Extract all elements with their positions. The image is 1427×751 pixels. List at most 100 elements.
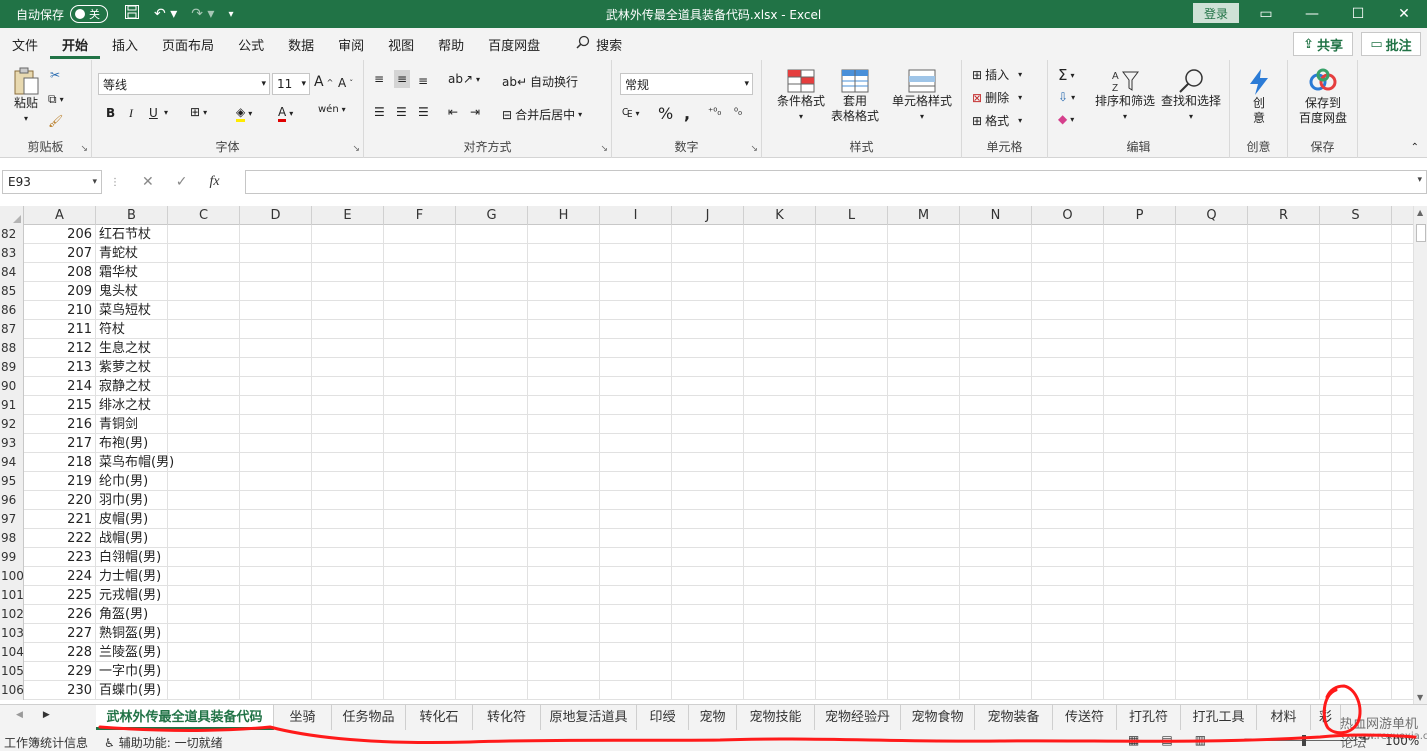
column-header-m[interactable]: M — [888, 206, 960, 225]
empty-cell[interactable] — [168, 681, 240, 700]
italic-button[interactable]: I — [129, 106, 133, 121]
empty-cell[interactable] — [744, 624, 816, 643]
find-select-button[interactable]: 查找和选择 ▾ — [1158, 68, 1224, 124]
empty-cell[interactable] — [744, 662, 816, 681]
empty-cell[interactable] — [528, 263, 600, 282]
sheet-tab[interactable]: 彩 — [1311, 705, 1341, 730]
empty-cell[interactable] — [960, 643, 1032, 662]
empty-cell[interactable] — [672, 396, 744, 415]
column-header-n[interactable]: N — [960, 206, 1032, 225]
empty-cell[interactable] — [600, 643, 672, 662]
empty-cell[interactable] — [816, 681, 888, 700]
tab-file[interactable]: 文件 — [0, 28, 50, 60]
empty-cell[interactable] — [1176, 586, 1248, 605]
cell-a[interactable]: 215 — [24, 396, 96, 415]
empty-cell[interactable] — [744, 529, 816, 548]
empty-cell[interactable] — [1176, 377, 1248, 396]
row-header[interactable]: 86 — [0, 301, 24, 320]
sheet-tab[interactable]: 传送符 — [1053, 705, 1117, 730]
empty-cell[interactable] — [456, 605, 528, 624]
tab-formulas[interactable]: 公式 — [226, 28, 276, 60]
empty-cell[interactable] — [888, 396, 960, 415]
column-header-b[interactable]: B — [96, 206, 168, 225]
row-header[interactable]: 82 — [0, 225, 24, 244]
cancel-icon[interactable]: ✕ — [142, 174, 154, 190]
orientation-button[interactable]: ab↗ ▾ — [448, 72, 480, 86]
empty-cell[interactable] — [1176, 662, 1248, 681]
empty-cell[interactable] — [312, 548, 384, 567]
sheet-next-icon[interactable]: ▶ — [43, 710, 50, 720]
cell-b[interactable]: 角盔(男) — [96, 605, 168, 624]
empty-cell[interactable] — [312, 415, 384, 434]
empty-cell[interactable] — [168, 244, 240, 263]
empty-cell[interactable] — [1248, 605, 1320, 624]
empty-cell[interactable] — [1032, 662, 1104, 681]
empty-cell[interactable] — [1032, 320, 1104, 339]
empty-cell[interactable] — [600, 415, 672, 434]
cell-b[interactable]: 紫萝之杖 — [96, 358, 168, 377]
empty-cell[interactable] — [960, 605, 1032, 624]
empty-cell[interactable] — [960, 662, 1032, 681]
delete-cells-button[interactable]: ⊠ 删除 ▾ — [972, 89, 1022, 106]
empty-cell[interactable] — [1176, 320, 1248, 339]
empty-cell[interactable] — [168, 282, 240, 301]
empty-cell[interactable] — [600, 472, 672, 491]
empty-cell[interactable] — [528, 377, 600, 396]
empty-cell[interactable] — [1320, 301, 1392, 320]
empty-cell[interactable] — [312, 567, 384, 586]
customize-qa-icon[interactable]: ▾ — [228, 9, 233, 20]
row-header[interactable]: 93 — [0, 434, 24, 453]
decrease-indent-button[interactable]: ⇤ — [448, 105, 458, 119]
empty-cell[interactable] — [1248, 415, 1320, 434]
empty-cell[interactable] — [1248, 434, 1320, 453]
empty-cell[interactable] — [168, 225, 240, 244]
empty-cell[interactable] — [744, 301, 816, 320]
empty-cell[interactable] — [528, 282, 600, 301]
empty-cell[interactable] — [600, 396, 672, 415]
tab-view[interactable]: 视图 — [376, 28, 426, 60]
save-icon[interactable] — [124, 4, 140, 24]
empty-cell[interactable] — [312, 301, 384, 320]
empty-cell[interactable] — [960, 548, 1032, 567]
empty-cell[interactable] — [528, 491, 600, 510]
formula-input[interactable]: ▾ — [245, 170, 1427, 194]
empty-cell[interactable] — [312, 263, 384, 282]
sheet-tab[interactable]: 宠物食物 — [901, 705, 975, 730]
row-header[interactable]: 92 — [0, 415, 24, 434]
empty-cell[interactable] — [1176, 567, 1248, 586]
empty-cell[interactable] — [1032, 586, 1104, 605]
empty-cell[interactable] — [456, 472, 528, 491]
sheet-tab[interactable]: 印绶 — [637, 705, 689, 730]
empty-cell[interactable] — [240, 377, 312, 396]
empty-cell[interactable] — [384, 339, 456, 358]
maximize-icon[interactable]: ☐ — [1335, 0, 1381, 28]
sheet-tab[interactable]: 宠物 — [689, 705, 737, 730]
tab-baidu-netdisk[interactable]: 百度网盘 — [476, 28, 552, 60]
empty-cell[interactable] — [240, 605, 312, 624]
row-header[interactable]: 99 — [0, 548, 24, 567]
page-layout-view-icon[interactable]: ▤ — [1161, 733, 1172, 747]
empty-cell[interactable] — [384, 453, 456, 472]
row-header[interactable]: 103 — [0, 624, 24, 643]
empty-cell[interactable] — [384, 491, 456, 510]
empty-cell[interactable] — [1248, 301, 1320, 320]
tab-data[interactable]: 数据 — [276, 28, 326, 60]
empty-cell[interactable] — [1032, 605, 1104, 624]
empty-cell[interactable] — [240, 643, 312, 662]
empty-cell[interactable] — [600, 662, 672, 681]
workbook-statistics[interactable]: 工作簿统计信息 — [4, 734, 88, 751]
empty-cell[interactable] — [1104, 320, 1176, 339]
bold-button[interactable]: B — [106, 106, 115, 120]
empty-cell[interactable] — [528, 396, 600, 415]
column-header-i[interactable]: I — [600, 206, 672, 225]
empty-cell[interactable] — [456, 643, 528, 662]
empty-cell[interactable] — [744, 263, 816, 282]
empty-cell[interactable] — [888, 529, 960, 548]
column-header-l[interactable]: L — [816, 206, 888, 225]
empty-cell[interactable] — [1176, 624, 1248, 643]
empty-cell[interactable] — [528, 548, 600, 567]
column-header-g[interactable]: G — [456, 206, 528, 225]
empty-cell[interactable] — [960, 434, 1032, 453]
empty-cell[interactable] — [312, 510, 384, 529]
empty-cell[interactable] — [240, 358, 312, 377]
